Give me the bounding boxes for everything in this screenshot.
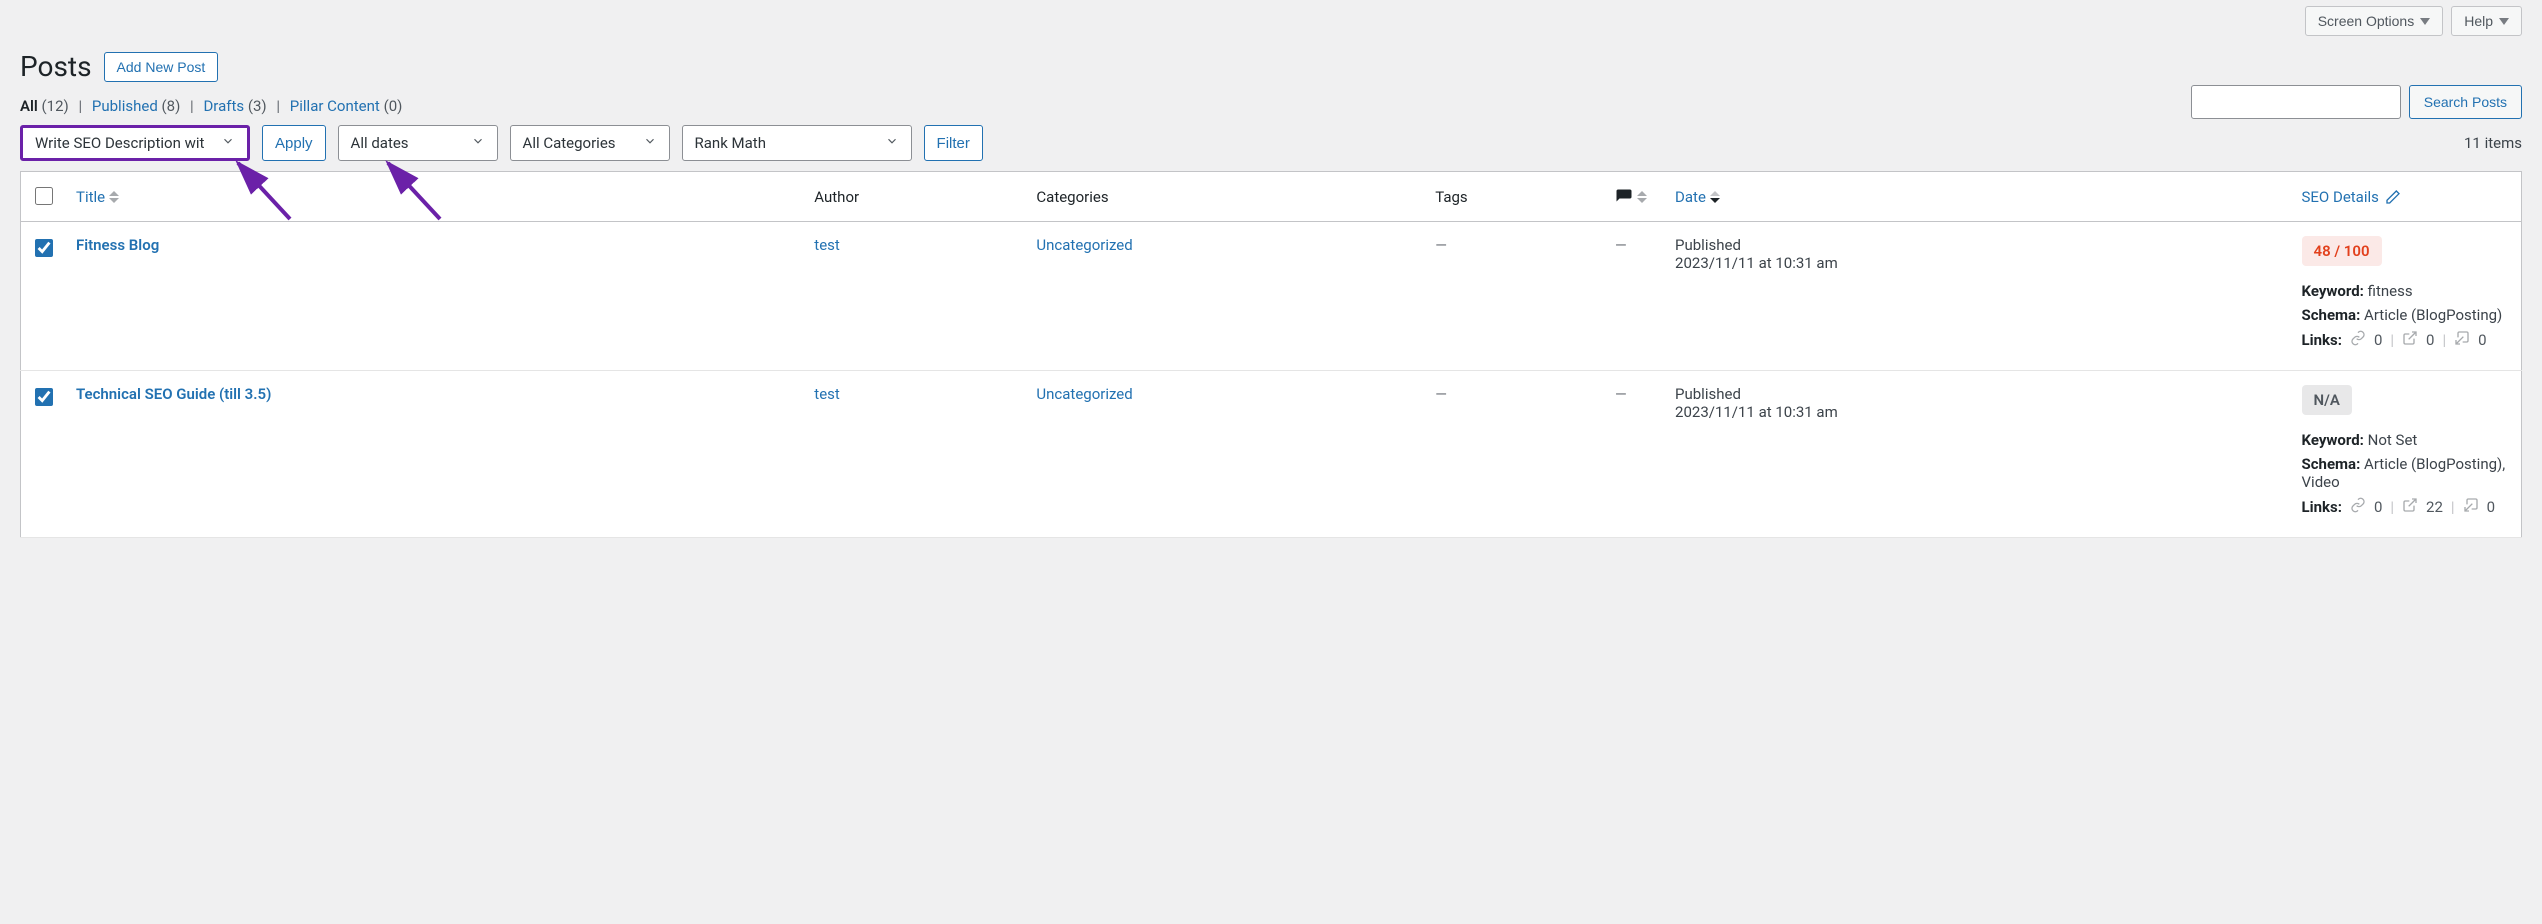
column-author: Author xyxy=(804,172,1026,222)
post-date-value: 2023/11/11 at 10:31 am xyxy=(1675,403,2281,421)
post-tags: — xyxy=(1435,236,1447,254)
help-label: Help xyxy=(2464,13,2493,29)
filter-published[interactable]: Published (8) xyxy=(92,97,184,115)
chevron-down-icon xyxy=(471,134,485,152)
screen-options-button[interactable]: Screen Options xyxy=(2305,6,2444,36)
pencil-icon xyxy=(2385,189,2401,205)
rankmath-filter-select[interactable]: Rank Math xyxy=(682,125,912,161)
post-comments: — xyxy=(1615,236,1627,254)
column-categories: Categories xyxy=(1026,172,1425,222)
add-new-post-button[interactable]: Add New Post xyxy=(104,52,219,82)
seo-score-badge[interactable]: 48 / 100 xyxy=(2302,236,2382,266)
post-category-link[interactable]: Uncategorized xyxy=(1036,385,1132,403)
chevron-down-icon xyxy=(2499,18,2509,25)
seo-links: Links: 0 | 0 | 0 xyxy=(2302,330,2512,350)
seo-schema: Schema: Article (BlogPosting), Video xyxy=(2302,455,2512,491)
sort-icon xyxy=(1710,191,1720,203)
filter-pillar[interactable]: Pillar Content (0) xyxy=(290,97,403,115)
column-title[interactable]: Title xyxy=(66,172,804,222)
row-checkbox[interactable] xyxy=(35,239,53,257)
table-row: Technical SEO Guide (till 3.5) test Unca… xyxy=(21,371,2522,538)
incoming-link-icon xyxy=(2454,330,2470,350)
screen-options-label: Screen Options xyxy=(2318,13,2415,29)
seo-links: Links: 0 | 22 | 0 xyxy=(2302,497,2512,517)
post-status-filters: All (12) | Published (8) | Drafts (3) | … xyxy=(20,97,2522,115)
column-tags: Tags xyxy=(1425,172,1605,222)
post-date-status: Published xyxy=(1675,385,2281,403)
post-category-link[interactable]: Uncategorized xyxy=(1036,236,1132,254)
chevron-down-icon xyxy=(885,134,899,152)
post-title-link[interactable]: Technical SEO Guide (till 3.5) xyxy=(76,385,271,403)
filter-button[interactable]: Filter xyxy=(924,125,983,161)
chevron-down-icon xyxy=(221,134,235,152)
seo-keyword: Keyword: fitness xyxy=(2302,282,2512,300)
post-date-value: 2023/11/11 at 10:31 am xyxy=(1675,254,2281,272)
column-date[interactable]: Date xyxy=(1665,172,2291,222)
post-date-status: Published xyxy=(1675,236,2281,254)
select-all-checkbox[interactable] xyxy=(35,187,53,205)
post-author-link[interactable]: test xyxy=(814,236,840,254)
post-title-link[interactable]: Fitness Blog xyxy=(76,236,159,254)
date-filter-select[interactable]: All dates xyxy=(338,125,498,161)
link-icon xyxy=(2350,497,2366,517)
bulk-action-select[interactable]: Write SEO Description wit xyxy=(20,125,250,161)
row-checkbox[interactable] xyxy=(35,388,53,406)
chevron-down-icon xyxy=(643,134,657,152)
category-filter-select[interactable]: All Categories xyxy=(510,125,670,161)
help-button[interactable]: Help xyxy=(2451,6,2522,36)
table-row: Fitness Blog test Uncategorized — — Publ… xyxy=(21,222,2522,371)
link-icon xyxy=(2350,330,2366,350)
sort-icon xyxy=(109,191,119,203)
seo-score-badge[interactable]: N/A xyxy=(2302,385,2352,415)
post-tags: — xyxy=(1435,385,1447,403)
comments-icon xyxy=(1615,188,1633,206)
incoming-link-icon xyxy=(2463,497,2479,517)
apply-button[interactable]: Apply xyxy=(262,125,326,161)
external-link-icon xyxy=(2402,497,2418,517)
page-title: Posts xyxy=(20,50,92,83)
column-seo-details[interactable]: SEO Details xyxy=(2292,172,2522,222)
posts-table: Title Author Categories Tags xyxy=(20,171,2522,538)
search-input[interactable] xyxy=(2191,85,2401,119)
seo-keyword: Keyword: Not Set xyxy=(2302,431,2512,449)
sort-icon xyxy=(1637,191,1647,203)
post-author-link[interactable]: test xyxy=(814,385,840,403)
chevron-down-icon xyxy=(2420,18,2430,25)
bulk-action-value: Write SEO Description wit xyxy=(35,134,204,152)
column-comments[interactable] xyxy=(1605,172,1665,222)
external-link-icon xyxy=(2402,330,2418,350)
seo-schema: Schema: Article (BlogPosting) xyxy=(2302,306,2512,324)
filter-drafts[interactable]: Drafts (3) xyxy=(203,97,270,115)
search-posts-button[interactable]: Search Posts xyxy=(2409,85,2522,119)
items-count: 11 items xyxy=(2464,134,2522,152)
filter-all[interactable]: All (12) xyxy=(20,97,73,115)
post-comments: — xyxy=(1615,385,1627,403)
